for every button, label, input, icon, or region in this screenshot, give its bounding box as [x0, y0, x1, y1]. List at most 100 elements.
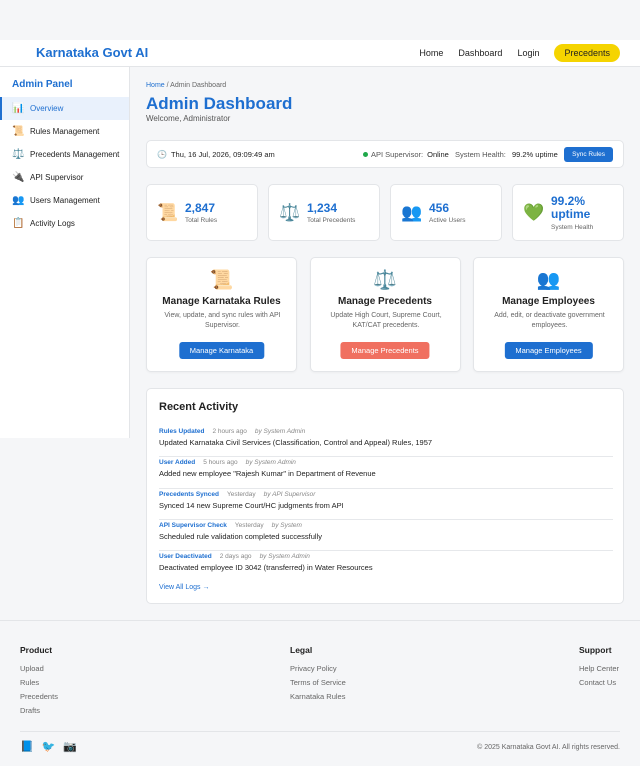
list-item: User Added 5 hours ago by System Admin A…	[159, 457, 613, 489]
users-icon: 👥	[536, 270, 561, 291]
activity-list: Rules Updated 2 hours ago by System Admi…	[159, 426, 613, 582]
manage-karnataka-button[interactable]: Manage Karnataka	[178, 342, 265, 359]
sidebar-item-label: Overview	[30, 104, 64, 113]
social-links: 📘 🐦 📷	[20, 740, 85, 753]
nav-links: Home Dashboard Login Precedents	[404, 44, 620, 62]
copyright: © 2025 Karnataka Govt AI. All rights res…	[477, 744, 620, 751]
recent-activity: Recent Activity Rules Updated 2 hours ag…	[146, 388, 624, 604]
heart-icon: 💚	[523, 203, 545, 222]
footer-link-contact[interactable]: Contact Us	[579, 678, 619, 687]
scales-icon: ⚖️	[12, 149, 25, 160]
sidebar-item-rules[interactable]: 📜 Rules Management	[0, 120, 129, 143]
footer-divider	[20, 731, 620, 732]
card-description: Update High Court, Supreme Court, KAT/CA…	[330, 312, 442, 329]
footer-support: Support Help Center Contact Us	[579, 645, 619, 692]
scroll-icon: 📜	[12, 126, 25, 137]
facebook-icon[interactable]: 📘	[20, 740, 34, 753]
sidebar-item-activity-logs[interactable]: 📋 Activity Logs	[0, 212, 129, 235]
card-manage-precedents: ⚖️ Manage Precedents Update High Court, …	[309, 257, 461, 372]
activity-time: Yesterday	[234, 521, 264, 529]
footer-link-help-center[interactable]: Help Center	[579, 664, 619, 673]
stat-card-precedents: ⚖️ 1,234 Total Precedents	[268, 184, 380, 241]
activity-time: 5 hours ago	[203, 459, 238, 467]
footer-link-precedents[interactable]: Precedents	[20, 692, 58, 701]
system-health-label: System Health:	[455, 150, 506, 159]
stat-value: 1,234	[307, 201, 338, 215]
list-item: API Supervisor Check Yesterday by System…	[159, 520, 613, 552]
activity-description: Scheduled rule validation completed succ…	[159, 531, 323, 541]
footer-link-terms[interactable]: Terms of Service	[290, 678, 346, 687]
top-spacer	[0, 0, 640, 40]
precedents-button[interactable]: Precedents	[554, 44, 620, 62]
scales-icon: ⚖️	[279, 203, 301, 222]
activity-author: by System Admin	[259, 553, 310, 561]
stat-label: Total Rules	[185, 217, 218, 224]
datetime: 🕒 Thu, 16 Jul, 2026, 09:09:49 am	[157, 150, 275, 159]
card-description: View, update, and sync rules with API Su…	[164, 312, 281, 329]
activity-description: Deactivated employee ID 3042 (transferre…	[159, 563, 373, 573]
footer-heading: Legal	[290, 645, 313, 655]
stat-card-health: 💚 99.2% uptime System Health	[512, 184, 624, 241]
nav-home-link[interactable]: Home	[419, 48, 443, 58]
sidebar-item-precedents[interactable]: ⚖️ Precedents Management	[0, 143, 129, 166]
brand-logo[interactable]: Karnataka Govt AI	[36, 45, 148, 60]
footer-link-rules[interactable]: Rules	[20, 678, 58, 687]
management-cards: 📜 Manage Karnataka Rules View, update, a…	[146, 257, 624, 372]
activity-time: 2 days ago	[219, 553, 252, 561]
footer-link-drafts[interactable]: Drafts	[20, 706, 58, 715]
page-title: Admin Dashboard	[146, 94, 293, 113]
scales-icon: ⚖️	[373, 270, 397, 291]
stat-value: 456	[429, 201, 450, 215]
stat-label: System Health	[551, 224, 594, 231]
card-title: Manage Karnataka Rules	[162, 296, 281, 307]
activity-time: 2 hours ago	[212, 428, 247, 435]
chart-icon: 📊	[12, 103, 25, 114]
sync-rules-button[interactable]: Sync Rules	[564, 147, 613, 162]
nav-dashboard-link[interactable]: Dashboard	[458, 48, 502, 58]
activity-description: Added new employee "Rajesh Kumar" in Dep…	[159, 469, 376, 479]
nav-login-link[interactable]: Login	[517, 48, 539, 58]
stat-card-users: 👥 456 Active Users	[390, 184, 502, 241]
recent-activity-title: Recent Activity	[159, 401, 239, 413]
activity-type: Precedents Synced	[159, 490, 219, 498]
activity-type: API Supervisor Check	[159, 521, 227, 529]
sidebar-item-label: Rules Management	[30, 127, 100, 136]
card-manage-rules: 📜 Manage Karnataka Rules View, update, a…	[146, 257, 297, 372]
activity-description: Updated Karnataka Civil Services (Classi…	[159, 438, 433, 447]
plug-icon: 🔌	[12, 172, 25, 183]
manage-precedents-button[interactable]: Manage Precedents	[340, 342, 430, 359]
twitter-icon[interactable]: 🐦	[42, 740, 56, 753]
card-manage-employees: 👥 Manage Employees Add, edit, or deactiv…	[473, 257, 624, 372]
list-item: Rules Updated 2 hours ago by System Admi…	[159, 426, 613, 458]
api-status-label: API Supervisor:	[371, 150, 424, 159]
breadcrumb-home[interactable]: Home	[146, 82, 165, 89]
datetime-text: Thu, 16 Jul, 2026, 09:09:49 am	[170, 150, 275, 159]
breadcrumb-separator: /	[166, 82, 169, 89]
view-all-logs-link[interactable]: View All Logs →	[159, 584, 209, 591]
breadcrumb: Home / Admin Dashboard	[146, 82, 226, 89]
manage-employees-button[interactable]: Manage Employees	[504, 342, 593, 359]
activity-author: by System Admin	[245, 459, 296, 467]
sidebar-item-users[interactable]: 👥 Users Management	[0, 189, 129, 212]
activity-type: User Deactivated	[159, 553, 212, 561]
stat-value: 99.2% uptime	[551, 194, 591, 221]
instagram-icon[interactable]: 📷	[63, 740, 77, 753]
footer-link-karnataka-rules[interactable]: Karnataka Rules	[290, 692, 346, 701]
footer-link-privacy[interactable]: Privacy Policy	[290, 664, 346, 673]
status-bar: 🕒 Thu, 16 Jul, 2026, 09:09:49 am API Sup…	[146, 140, 624, 168]
activity-author: by System Admin	[254, 428, 306, 435]
card-description: Add, edit, or deactivate government empl…	[494, 312, 605, 329]
clipboard-icon: 📋	[12, 218, 25, 229]
sidebar-item-api-supervisor[interactable]: 🔌 API Supervisor	[0, 166, 129, 189]
activity-time: Yesterday	[226, 490, 256, 498]
sidebar-item-overview[interactable]: 📊 Overview	[0, 97, 129, 120]
system-health-value: 99.2% uptime	[511, 150, 558, 159]
stats-row: 📜 2,847 Total Rules ⚖️ 1,234 Total Prece…	[146, 184, 624, 241]
scroll-icon: 📜	[209, 270, 234, 291]
breadcrumb-current: Admin Dashboard	[170, 82, 227, 89]
footer-link-upload[interactable]: Upload	[20, 664, 58, 673]
sidebar-item-label: Users Management	[30, 196, 100, 205]
activity-type: Rules Updated	[159, 428, 205, 435]
activity-type: User Added	[159, 459, 196, 467]
users-icon: 👥	[401, 203, 423, 222]
